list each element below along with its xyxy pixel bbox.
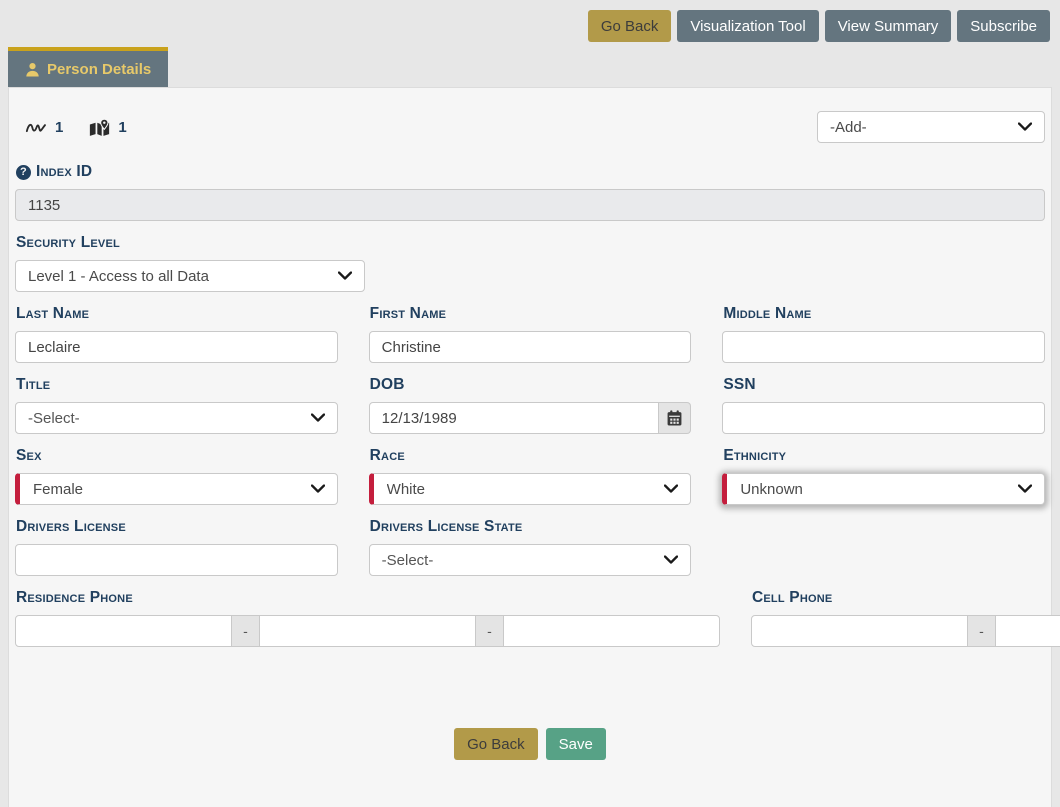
index-id-field: ? Index ID [15, 163, 1045, 221]
calendar-icon[interactable] [659, 402, 691, 434]
chevron-down-icon [338, 272, 352, 281]
phone-address-row: Residence Phone - - Cell Phone - - Resid… [15, 589, 1045, 712]
security-level-label: Security Level [16, 234, 120, 252]
dob-input[interactable] [369, 402, 660, 434]
subscribe-button[interactable]: Subscribe [957, 10, 1050, 42]
chevron-down-icon [1018, 485, 1032, 494]
activity-count-item[interactable]: 1 [25, 119, 63, 136]
phone-dash-separator: - [476, 615, 503, 647]
dob-field: DOB [369, 376, 692, 434]
phone-dash-separator: - [968, 615, 995, 647]
tab-person-details[interactable]: Person Details [8, 47, 168, 87]
drivers-license-label: Drivers License [16, 518, 126, 536]
title-value: -Select- [28, 410, 80, 427]
last-name-field: Last Name [15, 305, 338, 363]
dob-label: DOB [370, 376, 405, 394]
person-details-panel: 1 1 -Add- [8, 87, 1052, 807]
drivers-license-field: Drivers License [15, 518, 338, 576]
sex-field: Sex Female [15, 447, 338, 505]
first-name-label: First Name [370, 305, 446, 323]
race-select[interactable]: White [369, 473, 692, 505]
residence-phone-line-input[interactable] [503, 615, 720, 647]
last-name-input[interactable] [15, 331, 338, 363]
form-actions: Go Back Save [15, 728, 1045, 760]
middle-name-label: Middle Name [723, 305, 811, 323]
security-level-value: Level 1 - Access to all Data [28, 268, 209, 285]
activity-count: 1 [55, 119, 63, 136]
first-name-input[interactable] [369, 331, 692, 363]
view-summary-button[interactable]: View Summary [825, 10, 952, 42]
top-button-bar: Go Back Visualization Tool View Summary … [588, 10, 1050, 42]
chevron-down-icon [1018, 123, 1032, 132]
sex-value: Female [33, 481, 83, 498]
sex-label: Sex [16, 447, 42, 465]
race-field: Race White [369, 447, 692, 505]
chevron-down-icon [311, 485, 325, 494]
cell-phone-area-input[interactable] [751, 615, 968, 647]
race-label: Race [370, 447, 405, 465]
tab-label: Person Details [47, 61, 151, 78]
person-icon [25, 62, 40, 77]
visualization-tool-button[interactable]: Visualization Tool [677, 10, 818, 42]
race-value: White [387, 481, 425, 498]
chevron-down-icon [664, 556, 678, 565]
title-select[interactable]: -Select- [15, 402, 338, 434]
ssn-field: SSN [722, 376, 1045, 434]
map-marker-icon [89, 119, 110, 136]
title-field: Title -Select- [15, 376, 338, 434]
map-count: 1 [118, 119, 126, 136]
cell-phone-label: Cell Phone [752, 589, 832, 607]
ethnicity-select[interactable]: Unknown [722, 473, 1045, 505]
middle-name-input[interactable] [722, 331, 1045, 363]
name-row: Last Name First Name Middle Name [15, 305, 1045, 363]
go-back-button-top[interactable]: Go Back [588, 10, 672, 42]
ethnicity-label: Ethnicity [723, 447, 786, 465]
index-id-label: Index ID [36, 163, 92, 181]
first-name-field: First Name [369, 305, 692, 363]
residence-phone-field: Residence Phone - - [15, 589, 720, 712]
drivers-license-state-value: -Select- [382, 552, 434, 569]
index-id-input[interactable] [15, 189, 1045, 221]
ssn-label: SSN [723, 376, 755, 394]
ethnicity-field: Ethnicity Unknown [722, 447, 1045, 505]
middle-name-field: Middle Name [722, 305, 1045, 363]
drivers-license-state-field: Drivers License State -Select- [369, 518, 692, 576]
drivers-license-input[interactable] [15, 544, 338, 576]
question-circle-icon[interactable]: ? [16, 165, 31, 180]
phone-dash-separator: - [232, 615, 259, 647]
drivers-license-state-label: Drivers License State [370, 518, 523, 536]
title-dob-ssn-row: Title -Select- DOB [15, 376, 1045, 434]
add-select-value: -Add- [830, 119, 867, 136]
security-level-select[interactable]: Level 1 - Access to all Data [15, 260, 365, 292]
security-level-field: Security Level Level 1 - Access to all D… [15, 234, 1045, 292]
add-select[interactable]: -Add- [817, 111, 1045, 143]
save-button[interactable]: Save [546, 728, 606, 760]
residence-phone-label: Residence Phone [16, 589, 133, 607]
ethnicity-value: Unknown [740, 481, 803, 498]
summary-icons-row: 1 1 -Add- [15, 111, 1045, 143]
title-label: Title [16, 376, 50, 394]
chevron-down-icon [311, 414, 325, 423]
residence-phone-prefix-input[interactable] [259, 615, 476, 647]
signature-icon [25, 120, 47, 135]
sex-select[interactable]: Female [15, 473, 338, 505]
cell-phone-prefix-input[interactable] [995, 615, 1060, 647]
drivers-license-state-select[interactable]: -Select- [369, 544, 692, 576]
cell-phone-field: Cell Phone - - [751, 589, 1060, 712]
drivers-license-row: Drivers License Drivers License State -S… [15, 518, 1045, 576]
sex-race-ethnicity-row: Sex Female Race White Ethnicity Unknown [15, 447, 1045, 505]
go-back-button[interactable]: Go Back [454, 728, 538, 760]
map-count-item[interactable]: 1 [89, 119, 126, 136]
chevron-down-icon [664, 485, 678, 494]
last-name-label: Last Name [16, 305, 89, 323]
ssn-input[interactable] [722, 402, 1045, 434]
residence-phone-area-input[interactable] [15, 615, 232, 647]
